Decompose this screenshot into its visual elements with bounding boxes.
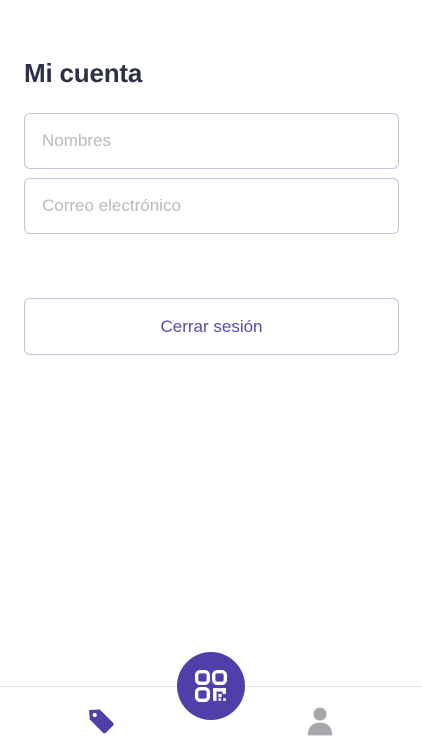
- page-title: Mi cuenta: [24, 58, 143, 88]
- email-input[interactable]: [25, 179, 398, 233]
- nav-item-profile[interactable]: [300, 701, 340, 741]
- name-input[interactable]: [25, 114, 398, 168]
- name-field[interactable]: [24, 113, 399, 169]
- qr-code-icon: [194, 669, 228, 703]
- logout-button-label: Cerrar sesión: [160, 316, 263, 336]
- logout-button[interactable]: Cerrar sesión: [24, 298, 399, 355]
- user-icon: [307, 707, 333, 736]
- email-field[interactable]: [24, 178, 399, 234]
- scan-qr-button[interactable]: [177, 652, 245, 720]
- nav-item-offers[interactable]: [81, 701, 121, 741]
- tag-icon: [89, 709, 114, 734]
- account-screen: Mi cuenta Cerrar sesión: [0, 0, 422, 750]
